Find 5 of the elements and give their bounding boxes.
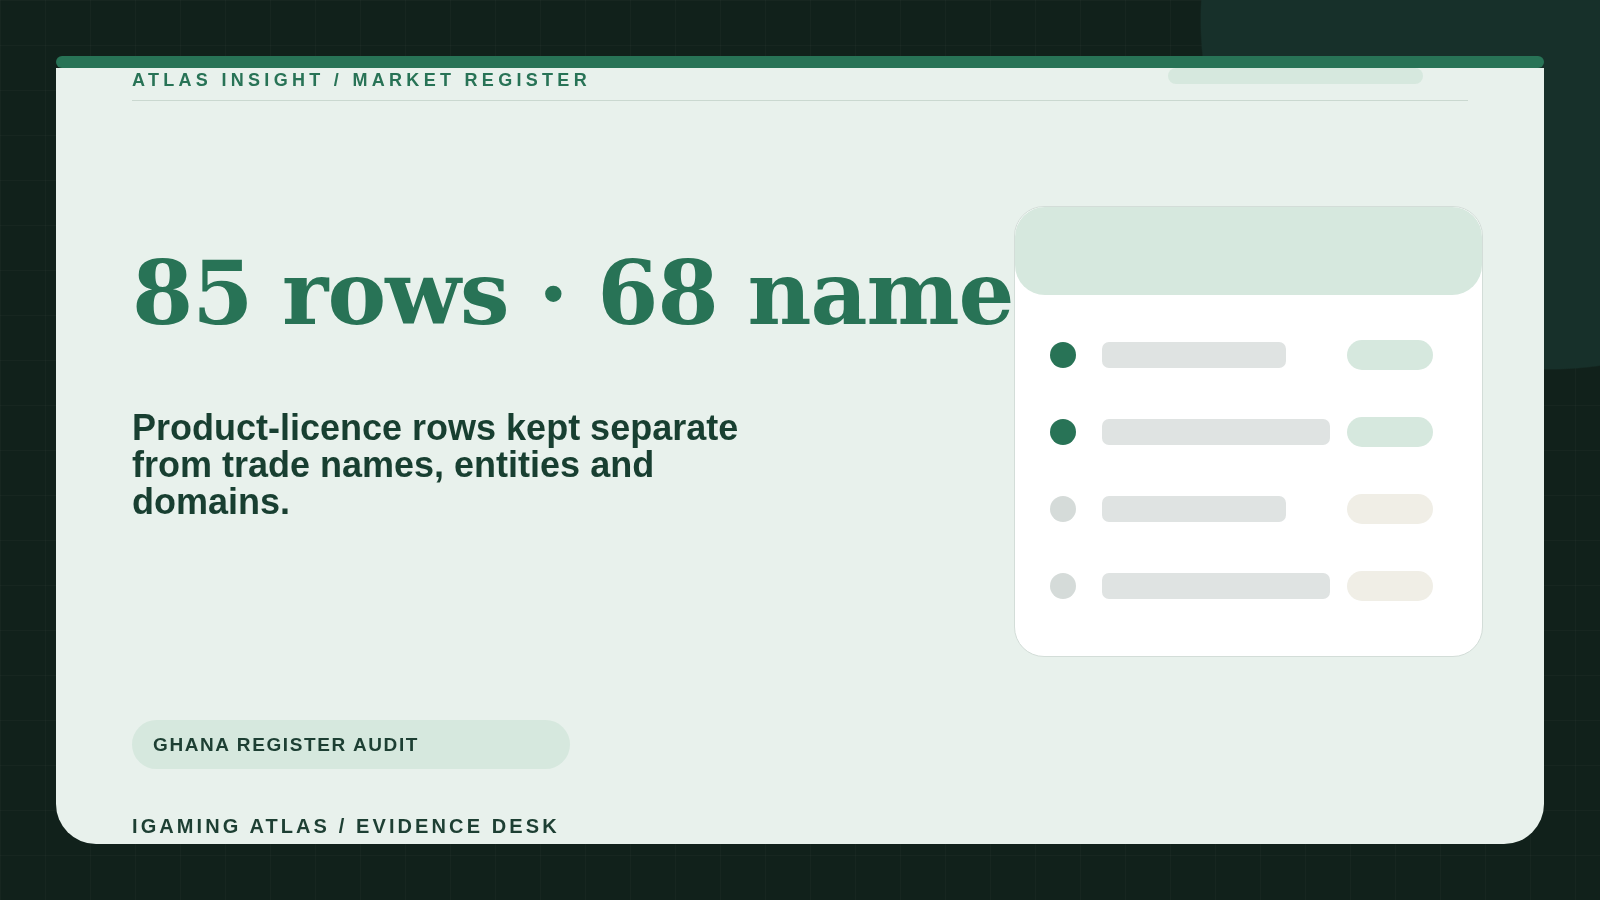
subtitle: Product-licence rows kept separate from trade names, entities and domains.: [132, 409, 740, 520]
footer-text: IGAMING ATLAS / EVIDENCE DESK: [132, 814, 560, 838]
headline: 85 rows · 68 name: [132, 243, 1014, 343]
audit-badge: GHANA REGISTER AUDIT: [132, 720, 570, 769]
breadcrumb-title: ATLAS INSIGHT / MARKET REGISTER: [132, 70, 591, 90]
